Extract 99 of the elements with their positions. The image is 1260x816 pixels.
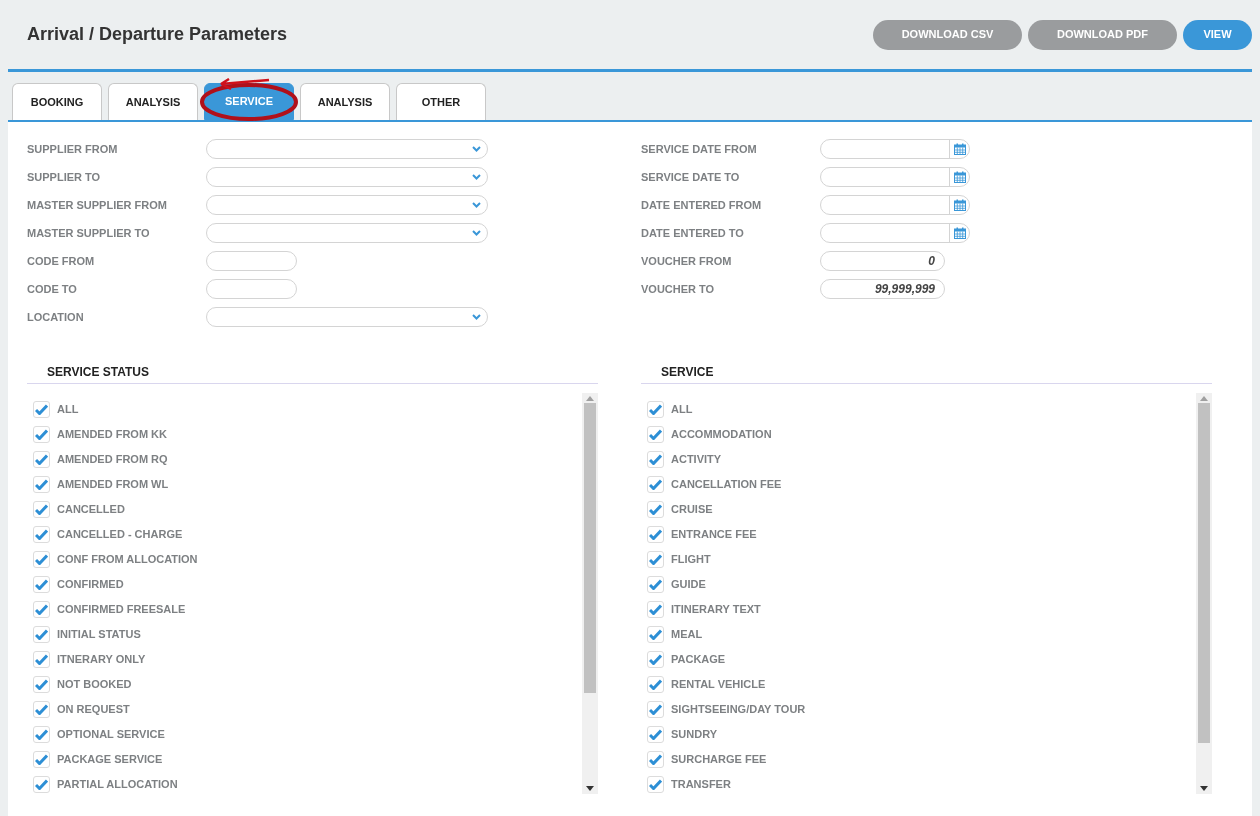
field-label: VOUCHER TO xyxy=(641,281,716,297)
chevron-down-icon xyxy=(472,146,481,152)
scroll-down-icon[interactable] xyxy=(586,786,594,791)
checkbox-label: ENTRANCE FEE xyxy=(671,526,757,542)
scrollbar[interactable] xyxy=(1196,393,1212,794)
scroll-up-icon[interactable] xyxy=(1200,396,1208,401)
checkbox-label: ITNERARY ONLY xyxy=(57,651,146,667)
tab[interactable]: ANALYSIS xyxy=(108,83,198,120)
checkbox-label: CONFIRMED FREESALE xyxy=(57,601,186,617)
calendar-icon xyxy=(953,171,966,183)
checkbox-label: MEAL xyxy=(671,626,703,642)
checkbox[interactable] xyxy=(647,675,664,693)
checkbox-label: RENTAL VEHICLE xyxy=(671,676,766,692)
checkbox[interactable] xyxy=(647,650,664,668)
checkbox[interactable] xyxy=(647,450,664,468)
checkbox[interactable] xyxy=(647,625,664,643)
field-label: DATE ENTERED FROM xyxy=(641,197,763,213)
checkbox-label: CANCELLATION FEE xyxy=(671,476,782,492)
checkbox-label: FLIGHT xyxy=(671,551,711,567)
checkbox-label: TRANSFER xyxy=(671,776,731,792)
checkbox-label: SIGHTSEEING/DAY TOUR xyxy=(671,701,806,717)
chevron-down-icon xyxy=(472,314,481,320)
checkbox[interactable] xyxy=(33,400,50,418)
field-label: CODE FROM xyxy=(27,253,96,269)
checkbox-label: NOT BOOKED xyxy=(57,676,132,692)
checkbox-label: SUNDRY xyxy=(671,726,718,742)
checkbox[interactable] xyxy=(647,525,664,543)
checkbox[interactable] xyxy=(647,775,664,793)
checkbox[interactable] xyxy=(647,550,664,568)
checkbox[interactable] xyxy=(33,775,50,793)
checkbox[interactable] xyxy=(33,425,50,443)
checkbox-label: AMENDED FROM WL xyxy=(57,476,169,492)
checkbox-label: CANCELLED - CHARGE xyxy=(57,526,183,542)
checkbox-label: GUIDE xyxy=(671,576,706,592)
calendar-icon xyxy=(953,199,966,211)
checkbox-label: CANCELLED xyxy=(57,501,125,517)
checkbox-label: CRUISE xyxy=(671,501,713,517)
field-label: DATE ENTERED TO xyxy=(641,225,745,241)
field-label: SUPPLIER FROM xyxy=(27,141,119,157)
checkbox-label: PARTIAL ALLOCATION xyxy=(57,776,178,792)
checkbox[interactable] xyxy=(33,575,50,593)
checkbox[interactable] xyxy=(33,500,50,518)
checkbox[interactable] xyxy=(647,500,664,518)
checkbox[interactable] xyxy=(647,425,664,443)
checkbox-label: CONFIRMED xyxy=(57,576,124,592)
checkbox-label: AMENDED FROM KK xyxy=(57,426,167,442)
checkbox[interactable] xyxy=(33,700,50,718)
checkbox-label: ON REQUEST xyxy=(57,701,130,717)
checkbox-label: CONF FROM ALLOCATION xyxy=(57,551,198,567)
checkbox[interactable] xyxy=(33,525,50,543)
tab[interactable]: ANALYSIS xyxy=(300,83,390,120)
chevron-down-icon xyxy=(472,202,481,208)
checkbox[interactable] xyxy=(33,475,50,493)
checkbox-label: ACTIVITY xyxy=(671,451,722,467)
field-label: VOUCHER FROM xyxy=(641,253,733,269)
chevron-down-icon xyxy=(472,174,481,180)
checkbox[interactable] xyxy=(647,750,664,768)
checkbox[interactable] xyxy=(33,650,50,668)
checkbox[interactable] xyxy=(33,600,50,618)
field-label: SERVICE DATE FROM xyxy=(641,141,758,157)
tab[interactable]: BOOKING xyxy=(12,83,102,120)
checkbox[interactable] xyxy=(33,625,50,643)
tab[interactable]: OTHER xyxy=(396,83,486,120)
field-label: MASTER SUPPLIER FROM xyxy=(27,197,168,213)
checkbox-label: ALL xyxy=(57,401,79,417)
checkbox-label: PACKAGE SERVICE xyxy=(57,751,163,767)
checkbox[interactable] xyxy=(647,600,664,618)
checkbox-label: ITINERARY TEXT xyxy=(671,601,761,617)
checkbox[interactable] xyxy=(33,450,50,468)
page-title: Arrival / Departure Parameters xyxy=(27,23,288,46)
field-label: SERVICE DATE TO xyxy=(641,169,741,185)
checkbox-label: ACCOMMODATION xyxy=(671,426,772,442)
checkbox[interactable] xyxy=(647,700,664,718)
checkbox[interactable] xyxy=(33,550,50,568)
chevron-down-icon xyxy=(472,230,481,236)
section-title: SERVICE STATUS xyxy=(46,364,151,381)
checkbox[interactable] xyxy=(647,400,664,418)
calendar-icon xyxy=(953,143,966,155)
field-label: CODE TO xyxy=(27,281,78,297)
scroll-up-icon[interactable] xyxy=(586,396,594,401)
checkbox-label: OPTIONAL SERVICE xyxy=(57,726,165,742)
checkbox-label: ALL xyxy=(671,401,693,417)
field-label: MASTER SUPPLIER TO xyxy=(27,225,151,241)
checkbox-label: INITIAL STATUS xyxy=(57,626,141,642)
checkbox-label: AMENDED FROM RQ xyxy=(57,451,168,467)
checkbox[interactable] xyxy=(33,725,50,743)
checkbox[interactable] xyxy=(647,575,664,593)
field-label: LOCATION xyxy=(27,309,85,325)
field-label: SUPPLIER TO xyxy=(27,169,102,185)
checkbox-label: SURCHARGE FEE xyxy=(671,751,767,767)
checkbox[interactable] xyxy=(647,475,664,493)
calendar-icon xyxy=(953,227,966,239)
checkbox-label: PACKAGE xyxy=(671,651,726,667)
scrollbar[interactable] xyxy=(582,393,598,794)
checkbox[interactable] xyxy=(33,750,50,768)
checkbox[interactable] xyxy=(33,675,50,693)
scroll-down-icon[interactable] xyxy=(1200,786,1208,791)
section-title: SERVICE xyxy=(660,364,715,381)
checkbox[interactable] xyxy=(647,725,664,743)
